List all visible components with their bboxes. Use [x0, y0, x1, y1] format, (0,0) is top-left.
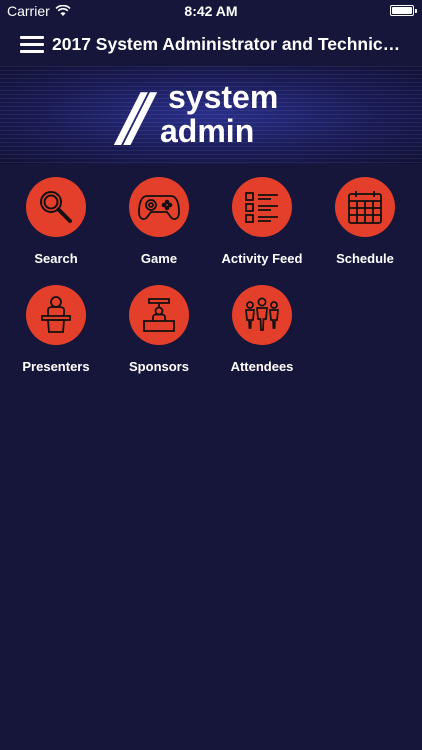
tile-label: Game — [140, 251, 178, 266]
search-icon — [26, 177, 86, 237]
sysadmin-logo: // system admin — [118, 79, 308, 155]
tile-presenters[interactable]: Presenters — [6, 285, 106, 374]
list-icon — [232, 177, 292, 237]
battery-icon — [390, 5, 417, 16]
navigation-bar: 2017 System Administrator and Technical.… — [0, 24, 422, 64]
page-title: 2017 System Administrator and Technical.… — [52, 33, 406, 54]
tile-label: Attendees — [230, 359, 294, 374]
event-banner: // system admin — [0, 66, 422, 164]
presenter-podium-icon — [26, 285, 86, 345]
tile-game[interactable]: Game — [109, 177, 209, 266]
tile-label: Presenters — [22, 359, 90, 374]
sponsor-booth-icon — [129, 285, 189, 345]
tile-schedule[interactable]: Schedule — [315, 177, 415, 266]
tile-label: Search — [34, 251, 78, 266]
tile-activity-feed[interactable]: Activity Feed — [212, 177, 312, 266]
people-group-icon — [232, 285, 292, 345]
status-time: 8:42 AM — [184, 3, 238, 19]
tile-label: Sponsors — [129, 359, 189, 374]
tile-label: Activity Feed — [221, 251, 303, 266]
logo-word-admin: admin — [160, 113, 255, 149]
logo-slashes: // — [120, 81, 153, 155]
game-controller-icon — [129, 177, 189, 237]
status-bar: Carrier 8:42 AM — [0, 0, 422, 22]
tile-sponsors[interactable]: Sponsors — [109, 285, 209, 374]
tile-label: Schedule — [336, 251, 394, 266]
hamburger-menu-icon[interactable] — [20, 35, 44, 53]
logo-word-system: system — [168, 79, 279, 115]
calendar-icon — [335, 177, 395, 237]
tile-search[interactable]: Search — [6, 177, 106, 266]
tile-attendees[interactable]: Attendees — [212, 285, 312, 374]
